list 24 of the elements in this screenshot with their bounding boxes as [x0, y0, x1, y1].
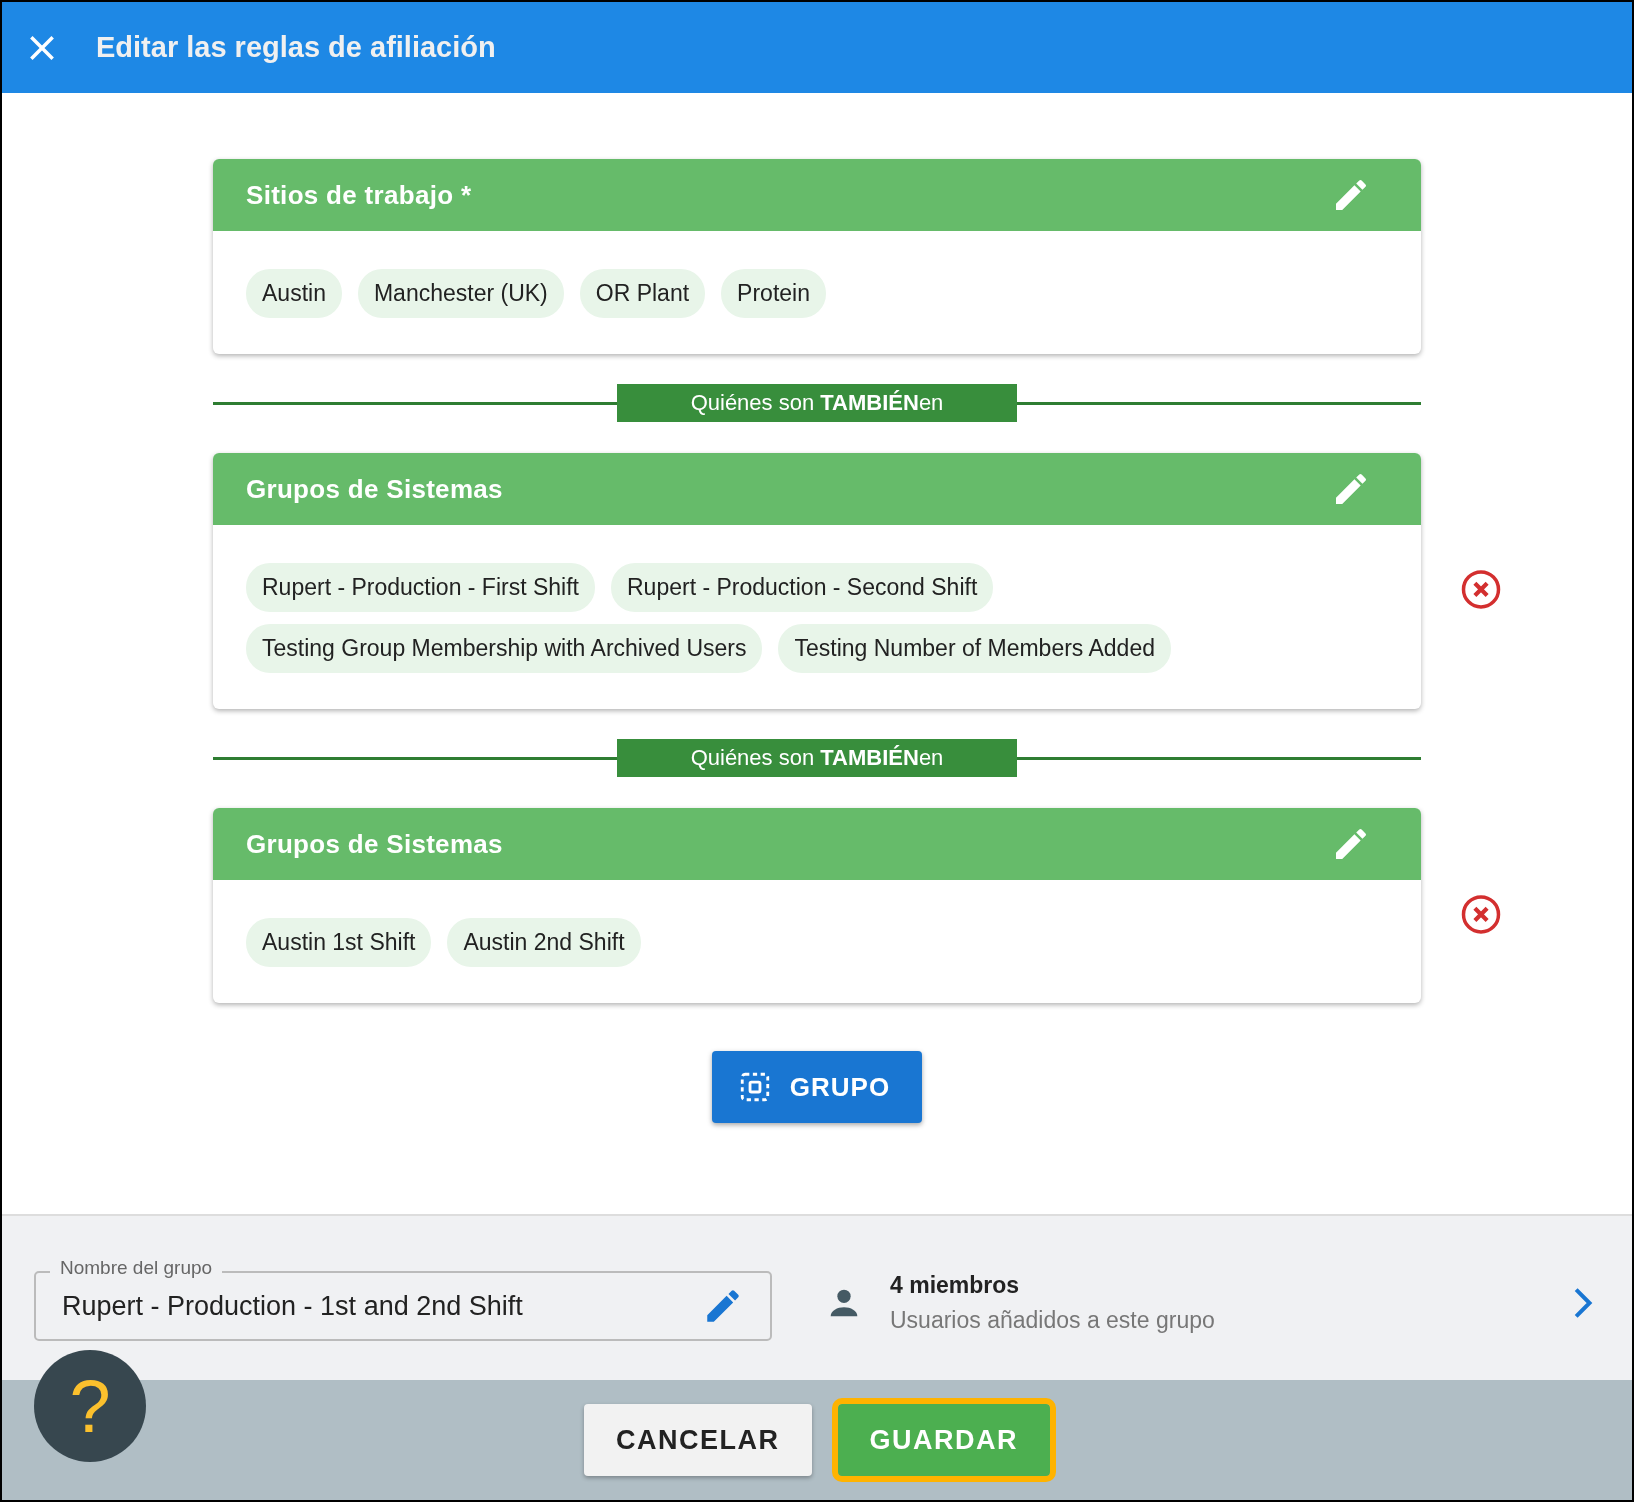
chip: Austin 1st Shift: [246, 918, 432, 967]
field-value: Rupert - Production - 1st and 2nd Shift: [62, 1290, 523, 1322]
chip: Manchester (UK): [357, 269, 564, 318]
help-button[interactable]: ?: [34, 1350, 146, 1462]
cancel-button[interactable]: CANCELAR: [584, 1404, 812, 1476]
remove-icon[interactable]: [1460, 892, 1502, 935]
chip: Protein: [721, 269, 826, 318]
remove-icon[interactable]: [1460, 568, 1502, 611]
connector-label: Quiénes son TAMBIÉNen: [617, 384, 1017, 422]
chip: Austin: [246, 269, 342, 318]
chip: Testing Number of Members Added: [778, 624, 1171, 673]
chip: Rupert - Production - Second Shift: [611, 563, 994, 612]
card-title: Grupos de Sistemas: [246, 828, 503, 860]
member-subtitle: Usuarios añadidos a este grupo: [890, 1307, 1216, 1334]
card-title: Sitios de trabajo *: [246, 179, 472, 211]
member-count: 4 miembros: [890, 1272, 1021, 1299]
chip: Austin 2nd Shift: [447, 918, 641, 967]
dialog-title: Editar las reglas de afiliación: [96, 31, 496, 64]
card-title: Grupos de Sistemas: [246, 473, 503, 505]
connector-label: Quiénes son TAMBIÉNen: [617, 739, 1017, 777]
chip: OR Plant: [579, 269, 706, 318]
chip: Testing Group Membership with Archived Users: [246, 624, 763, 673]
add-group-button[interactable]: GRUPO: [711, 1051, 923, 1123]
chip: Rupert - Production - First Shift: [246, 563, 595, 612]
